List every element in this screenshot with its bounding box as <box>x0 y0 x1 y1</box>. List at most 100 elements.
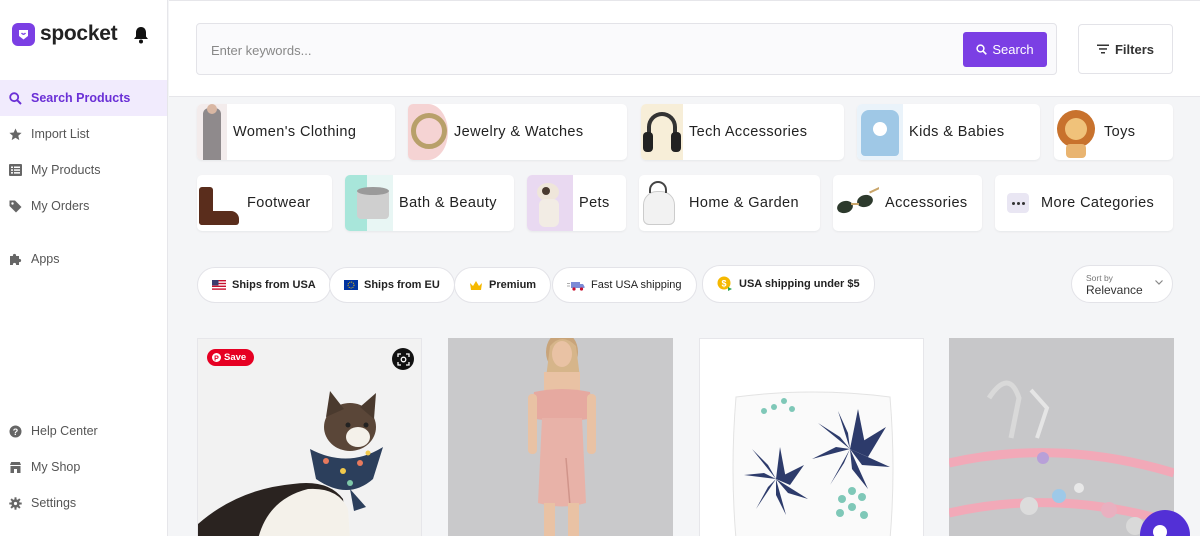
category-image <box>857 104 903 160</box>
sidebar-item-search-products[interactable]: Search Products <box>0 80 167 116</box>
category-label: More Categories <box>1041 195 1155 211</box>
brand-name: spocket <box>40 22 118 45</box>
filters-button-label: Filters <box>1114 41 1154 57</box>
chip-label: Premium <box>489 279 537 291</box>
chip-fast-usa-shipping[interactable]: Fast USA shipping <box>552 267 697 303</box>
sidebar-item-my-shop[interactable]: My Shop <box>0 449 167 485</box>
product-image-dress <box>448 338 673 536</box>
product-card-pink-dress[interactable] <box>448 338 673 536</box>
sidebar-item-label: Help Center <box>31 424 98 438</box>
category-womens-clothing[interactable]: Women's Clothing <box>197 104 395 160</box>
sidebar-item-import-list[interactable]: Import List <box>0 116 167 152</box>
category-footwear[interactable]: Footwear <box>197 175 332 231</box>
eu-flag-icon <box>344 280 358 290</box>
chip-ships-from-usa[interactable]: Ships from USA <box>197 267 331 303</box>
filters-button[interactable]: Filters <box>1078 24 1173 74</box>
search-input[interactable] <box>211 39 911 61</box>
chip-label: USA shipping under $5 <box>739 278 860 290</box>
chip-ships-from-eu[interactable]: Ships from EU <box>329 267 455 303</box>
chip-label: Ships from USA <box>232 279 316 291</box>
category-label: Jewelry & Watches <box>454 124 584 140</box>
search-box: Search <box>196 23 1057 75</box>
category-label: Home & Garden <box>689 195 799 211</box>
category-more-categories[interactable]: More Categories <box>995 175 1173 231</box>
product-card-printed-pillow[interactable] <box>699 338 924 536</box>
tag-icon <box>8 199 22 213</box>
svg-text:?: ? <box>12 427 18 437</box>
filter-icon <box>1096 44 1109 54</box>
sidebar-item-label: Import List <box>31 127 90 141</box>
sidebar-item-apps[interactable]: Apps <box>0 241 167 277</box>
chip-premium[interactable]: Premium <box>454 267 552 303</box>
category-image <box>197 175 241 231</box>
chip-usa-shipping-under-5[interactable]: $ USA shipping under $5 <box>702 265 875 303</box>
us-flag-icon <box>212 280 226 290</box>
sidebar-item-label: Search Products <box>31 91 131 105</box>
category-label: Women's Clothing <box>233 124 357 140</box>
product-card-cat-bandana[interactable]: P Save <box>197 338 422 536</box>
chip-label: Fast USA shipping <box>591 279 682 291</box>
sidebar-item-label: My Shop <box>31 460 81 474</box>
category-tech-accessories[interactable]: Tech Accessories <box>641 104 844 160</box>
category-label: Pets <box>579 195 610 211</box>
sidebar-item-label: My Orders <box>31 199 90 213</box>
category-image <box>197 104 227 160</box>
sidebar-item-my-orders[interactable]: My Orders <box>0 188 167 224</box>
fast-shipping-icon <box>567 281 585 291</box>
sidebar-item-label: My Products <box>31 163 101 177</box>
search-header: Search Filters <box>169 0 1200 97</box>
star-icon <box>8 127 22 141</box>
svg-text:$: $ <box>721 278 726 288</box>
product-image-bracelet <box>949 338 1174 536</box>
category-label: Kids & Babies <box>909 124 1005 140</box>
pinterest-save-label: Save <box>224 352 247 363</box>
category-label: Toys <box>1104 124 1136 140</box>
category-image <box>408 104 448 160</box>
search-icon <box>976 44 988 55</box>
pinterest-icon: P <box>212 353 221 362</box>
dollar-coin-icon: $ <box>717 276 732 291</box>
spocket-logo[interactable]: spocket <box>12 22 118 46</box>
svg-text:P: P <box>214 355 219 362</box>
sidebar-item-my-products[interactable]: My Products <box>0 152 167 188</box>
category-jewelry-watches[interactable]: Jewelry & Watches <box>408 104 627 160</box>
category-label: Footwear <box>247 195 311 211</box>
sidebar-item-help-center[interactable]: ? Help Center <box>0 413 167 449</box>
sidebar-item-settings[interactable]: Settings <box>0 485 167 521</box>
sort-caption: Sort by <box>1086 273 1113 283</box>
shop-icon <box>8 460 22 474</box>
crown-icon <box>470 280 482 290</box>
pinterest-save-button[interactable]: P Save <box>207 349 255 366</box>
category-kids-babies[interactable]: Kids & Babies <box>857 104 1040 160</box>
sort-dropdown[interactable]: Sort by Relevance <box>1071 265 1173 303</box>
category-accessories[interactable]: Accessories <box>833 175 982 231</box>
search-button[interactable]: Search <box>963 32 1047 67</box>
puzzle-icon <box>8 252 22 266</box>
chevron-down-icon <box>1155 280 1163 285</box>
category-image <box>527 175 573 231</box>
bell-icon[interactable] <box>133 26 149 49</box>
list-icon <box>8 163 22 177</box>
category-label: Tech Accessories <box>689 124 808 140</box>
product-image-pillow <box>700 339 923 536</box>
sidebar: spocket Search Products Import List My P… <box>0 0 168 536</box>
category-image <box>1054 104 1098 160</box>
search-button-label: Search <box>992 42 1034 57</box>
visual-search-icon[interactable] <box>392 348 414 370</box>
product-card-bracelet[interactable] <box>949 338 1174 536</box>
category-toys[interactable]: Toys <box>1054 104 1173 160</box>
category-image <box>995 175 1033 231</box>
chip-label: Ships from EU <box>364 279 440 291</box>
help-icon: ? <box>8 424 22 438</box>
more-dots-icon <box>1007 193 1029 213</box>
sidebar-item-label: Apps <box>31 252 60 266</box>
search-icon <box>8 91 22 105</box>
sort-value: Relevance <box>1086 283 1143 297</box>
product-image-cat <box>198 339 421 536</box>
category-pets[interactable]: Pets <box>527 175 626 231</box>
chat-icon <box>1153 525 1167 536</box>
category-image <box>641 104 683 160</box>
category-bath-beauty[interactable]: Bath & Beauty <box>345 175 514 231</box>
category-home-garden[interactable]: Home & Garden <box>639 175 820 231</box>
chat-bubble-button[interactable] <box>1140 510 1190 536</box>
